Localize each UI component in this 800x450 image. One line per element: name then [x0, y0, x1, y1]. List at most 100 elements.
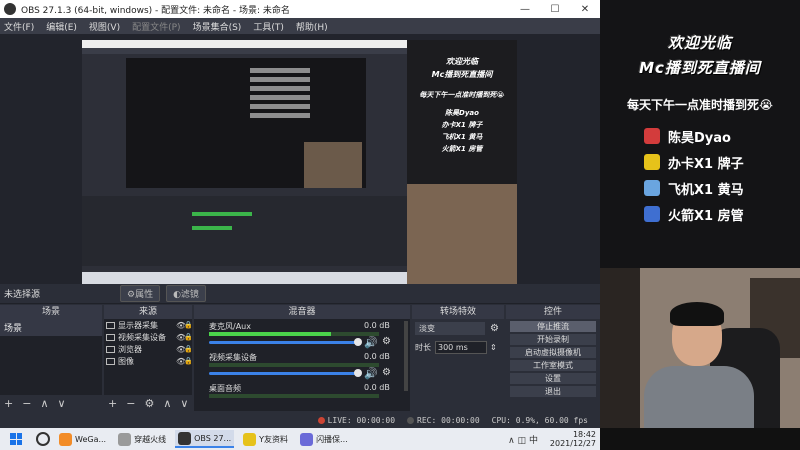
windows-start-icon[interactable]: [10, 433, 22, 445]
filters-button[interactable]: ◐滤镜: [166, 285, 206, 302]
remove-scene-button[interactable]: −: [22, 397, 31, 410]
source-item-browser[interactable]: 浏览器 👁 🔒: [104, 343, 193, 355]
image-icon: [106, 357, 115, 365]
app-icon: [300, 432, 314, 446]
close-button[interactable]: ✕: [570, 4, 600, 15]
clock[interactable]: 18:42 2021/12/27: [550, 430, 596, 448]
scene-item[interactable]: 场景: [0, 319, 102, 336]
taskbar-app[interactable]: 闪播保...: [297, 430, 351, 448]
mixer-channel: 桌面音频 0.0 dB: [194, 381, 410, 412]
add-scene-button[interactable]: +: [4, 397, 13, 410]
status-bar: LIVE: 00:00:00 REC: 00:00:00 CPU: 0.9%, …: [0, 412, 600, 428]
source-down-button[interactable]: ∨: [180, 397, 188, 410]
app-icon: [118, 432, 132, 446]
visibility-icon[interactable]: 👁: [176, 321, 186, 330]
preview-webcam: [407, 184, 517, 284]
webcam-feed: [600, 268, 800, 428]
scenes-dock: 场景 场景 + − ∧ ∨: [0, 305, 102, 411]
stream-overlay: 欢迎光临 Mc播到死直播间 每天下午一点准时播到死😭 陈昊Dyao 办卡X1 牌…: [600, 0, 800, 268]
source-up-button[interactable]: ∧: [163, 397, 171, 410]
speaker-icon[interactable]: 🔊: [364, 336, 378, 349]
overlay-item: 火箭X1 房管: [644, 205, 800, 224]
source-item-video-capture[interactable]: 视频采集设备 👁 🔒: [104, 331, 193, 343]
settings-button[interactable]: 设置: [510, 373, 596, 384]
scene-up-button[interactable]: ∧: [40, 397, 48, 410]
plane-icon: [644, 180, 660, 196]
preview-area[interactable]: 欢迎光临 Mc播到死直播间 每天下午一点准时播到死😭 陈昊Dyao 办卡X1 牌…: [0, 34, 600, 284]
duration-input[interactable]: 300 ms: [435, 341, 487, 354]
lock-icon[interactable]: 🔒: [184, 357, 193, 365]
exit-button[interactable]: 退出: [510, 386, 596, 397]
volume-knob[interactable]: [354, 369, 362, 377]
add-source-button[interactable]: +: [108, 397, 117, 410]
volume-slider[interactable]: [209, 372, 359, 375]
source-item-image[interactable]: 图像 👁 🔒: [104, 355, 193, 367]
overlay-subtitle: 每天下午一点准时播到死😭: [626, 98, 774, 112]
taskbar-app[interactable]: Y友资料: [240, 430, 291, 448]
mixer-channel: 麦克风/Aux 0.0 dB 🔊 ⚙: [209, 321, 391, 349]
window-title: OBS 27.1.3 (64-bit, windows) - 配置文件: 未命名…: [21, 5, 290, 16]
menu-tools[interactable]: 工具(T): [253, 20, 284, 33]
camera-icon: [106, 333, 115, 341]
sources-dock: 来源 显示器采集 👁 🔒 视频采集设备 👁 🔒 浏览器 👁 🔒 图像 👁 🔒 +…: [104, 305, 193, 411]
studio-mode-button[interactable]: 工作室模式: [510, 360, 596, 371]
menu-help[interactable]: 帮助(H): [296, 20, 328, 33]
gear-icon[interactable]: ⚙: [382, 336, 391, 347]
taskbar-app-obs[interactable]: OBS 27...: [175, 430, 235, 448]
stepper-icon[interactable]: ⇕: [490, 343, 497, 352]
cpu-status: CPU: 0.9%, 60.00 fps: [491, 415, 588, 425]
transition-select[interactable]: 淡变: [415, 322, 485, 335]
scene-down-button[interactable]: ∨: [58, 397, 66, 410]
maximize-button[interactable]: ☐: [540, 4, 570, 15]
start-virtual-camera-button[interactable]: 启动虚拟摄像机: [510, 347, 596, 358]
recursive-capture: [82, 40, 407, 284]
preview-canvas[interactable]: 欢迎光临 Mc播到死直播间 每天下午一点准时播到死😭 陈昊Dyao 办卡X1 牌…: [82, 40, 517, 284]
live-dot-icon: [317, 416, 325, 424]
mixer-channel: 视频采集设备 0.0 dB 🔊 ⚙: [209, 352, 391, 380]
remove-source-button[interactable]: −: [126, 397, 135, 410]
menu-view[interactable]: 视图(V): [89, 20, 120, 33]
menu-file[interactable]: 文件(F): [4, 20, 34, 33]
no-source-label: 未选择源: [4, 290, 41, 300]
search-icon[interactable]: [36, 432, 50, 446]
source-item-display-capture[interactable]: 显示器采集 👁 🔒: [104, 319, 193, 331]
rocket-icon: [644, 206, 660, 222]
stop-streaming-button[interactable]: 停止推流: [510, 321, 596, 332]
properties-button[interactable]: ⚙属性: [120, 285, 161, 302]
card-icon: [644, 154, 660, 170]
minimize-button[interactable]: —: [510, 4, 540, 15]
speaker-icon[interactable]: 🔊: [364, 367, 378, 380]
lock-icon[interactable]: 🔒: [184, 345, 193, 353]
overlay-title-1: 欢迎光临: [667, 34, 732, 52]
menu-profile[interactable]: 配置文件(P): [132, 20, 180, 33]
rec-status: REC: 00:00:00: [407, 416, 480, 425]
volume-knob[interactable]: [354, 338, 362, 346]
volume-meter: [209, 394, 379, 398]
app-icon: [243, 432, 257, 446]
preview-overlay-banner: 欢迎光临 Mc播到死直播间 每天下午一点准时播到死😭 陈昊Dyao 办卡X1 牌…: [407, 40, 517, 284]
weibo-icon: [644, 128, 660, 144]
gear-icon[interactable]: ⚙: [382, 367, 391, 378]
obs-icon: [178, 431, 192, 445]
obs-logo-icon: [4, 3, 16, 15]
menu-edit[interactable]: 编辑(E): [46, 20, 77, 33]
mixer-scrollbar[interactable]: [404, 321, 408, 391]
menu-scene-collection[interactable]: 场景集合(S): [193, 20, 242, 33]
volume-slider[interactable]: [209, 341, 359, 344]
audio-mixer-dock: 混音器 麦克风/Aux 0.0 dB 🔊 ⚙ 视频采集设备 0.0 dB 🔊 ⚙: [194, 305, 410, 411]
start-recording-button[interactable]: 开始录制: [510, 334, 596, 345]
taskbar-app[interactable]: WeGa...: [56, 430, 109, 448]
visibility-icon[interactable]: 👁: [176, 333, 186, 342]
overlay-item: 陈昊Dyao: [644, 127, 800, 146]
system-tray[interactable]: ∧ ◫ 中: [508, 433, 538, 446]
visibility-icon[interactable]: 👁: [176, 345, 186, 354]
visibility-icon[interactable]: 👁: [176, 357, 186, 366]
lock-icon[interactable]: 🔒: [184, 333, 193, 341]
menu-bar: 文件(F) 编辑(E) 视图(V) 配置文件(P) 场景集合(S) 工具(T) …: [0, 18, 600, 34]
source-settings-button[interactable]: ⚙: [144, 397, 154, 410]
lock-icon[interactable]: 🔒: [184, 321, 193, 329]
scenes-dock-title: 场景: [0, 305, 102, 319]
taskbar-app[interactable]: 穿越火线: [115, 430, 169, 448]
obs-window: OBS 27.1.3 (64-bit, windows) - 配置文件: 未命名…: [0, 0, 600, 428]
gear-icon[interactable]: ⚙: [490, 323, 499, 334]
